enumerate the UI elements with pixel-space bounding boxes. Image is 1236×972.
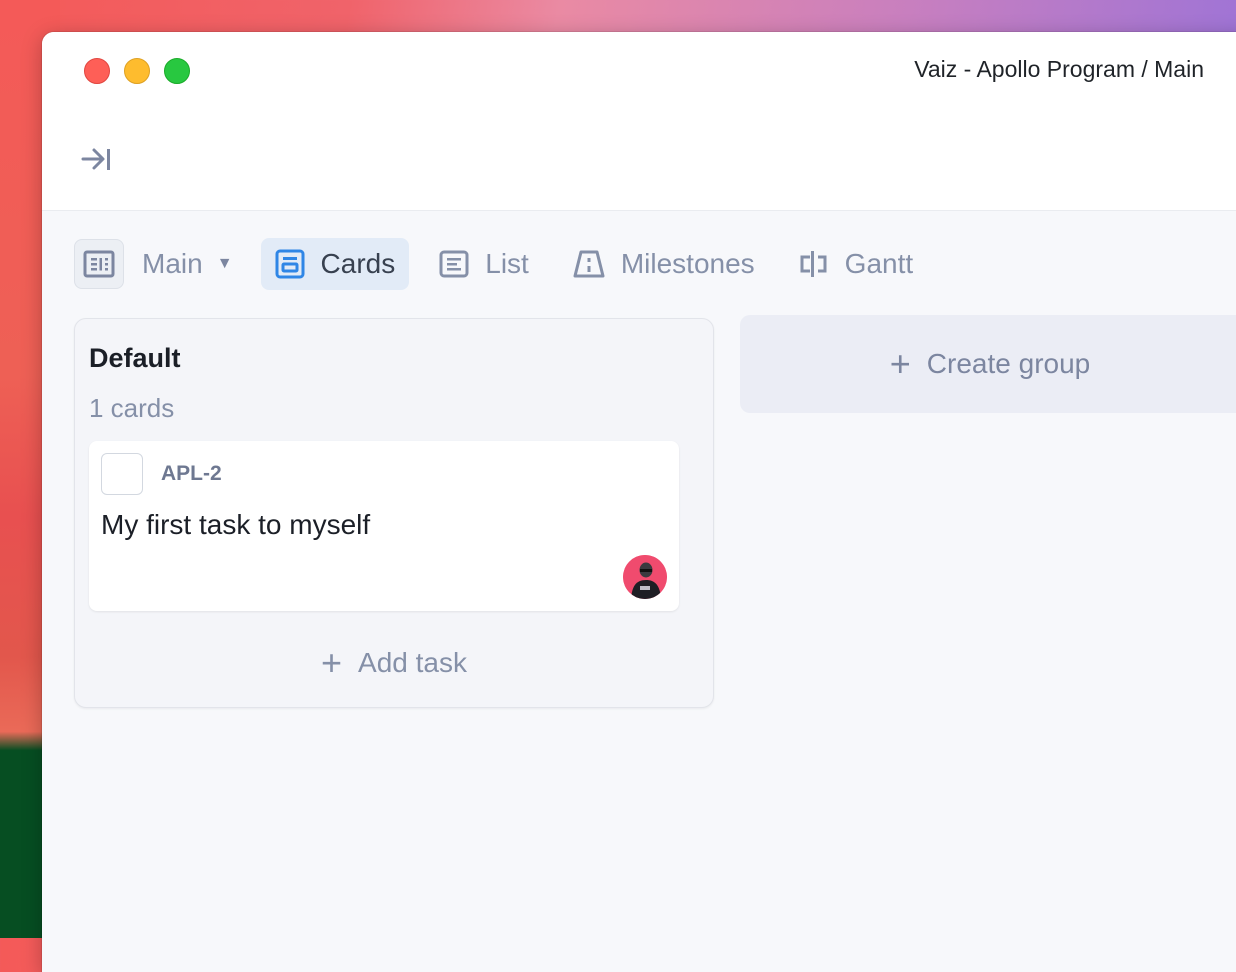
tab-label: Milestones — [620, 248, 755, 279]
add-task-label: Add task — [358, 647, 467, 678]
minimize-window-button[interactable] — [124, 58, 150, 84]
tab-label: Gantt — [844, 248, 914, 279]
tab-milestones[interactable]: Milestones — [559, 238, 769, 290]
create-group-label: Create group — [926, 348, 1091, 379]
cards-icon — [275, 249, 305, 279]
list-icon — [439, 249, 469, 279]
road-icon — [573, 249, 605, 279]
window-title: Vaiz - Apollo Program / Main — [914, 56, 1204, 82]
assignee-avatar[interactable] — [623, 555, 667, 599]
task-checkbox[interactable] — [101, 453, 143, 495]
tab-list[interactable]: List — [425, 238, 543, 290]
group-card-count: 1 cards — [89, 393, 175, 423]
task-card[interactable]: APL-2 My first task to myself — [89, 441, 679, 611]
sidebar-toggle-button[interactable] — [80, 144, 114, 174]
close-window-button[interactable] — [84, 58, 110, 84]
user-avatar-icon — [623, 555, 667, 599]
board-view-icon — [83, 250, 115, 278]
plus-icon: + — [889, 343, 911, 384]
tab-gantt[interactable]: Gantt — [785, 238, 927, 290]
gantt-icon — [799, 249, 829, 279]
view-tabs: Main ▼ Cards List Milestones Gantt — [74, 238, 943, 290]
task-id: APL-2 — [161, 462, 222, 485]
group-title: Default — [89, 343, 181, 373]
app-window: Vaiz - Apollo Program / Main Main ▼ Card… — [42, 32, 1236, 972]
caret-down-icon: ▼ — [216, 255, 233, 272]
view-type-button[interactable] — [74, 239, 124, 289]
collapse-sidebar-icon — [81, 148, 110, 170]
plus-icon: + — [321, 642, 343, 683]
add-task-button[interactable]: + Add task — [75, 645, 713, 681]
view-selector-label: Main — [142, 248, 203, 279]
view-selector-dropdown[interactable]: Main ▼ — [142, 248, 233, 280]
title-bar: Vaiz - Apollo Program / Main — [42, 32, 1236, 211]
tab-label: List — [485, 248, 529, 279]
tab-cards[interactable]: Cards — [260, 238, 410, 290]
tab-label: Cards — [320, 248, 396, 279]
board-group-default: Default 1 cards APL-2 My first task to m… — [74, 318, 714, 708]
maximize-window-button[interactable] — [164, 58, 190, 84]
task-title: My first task to myself — [101, 509, 371, 540]
create-group-button[interactable]: + Create group — [740, 315, 1236, 413]
